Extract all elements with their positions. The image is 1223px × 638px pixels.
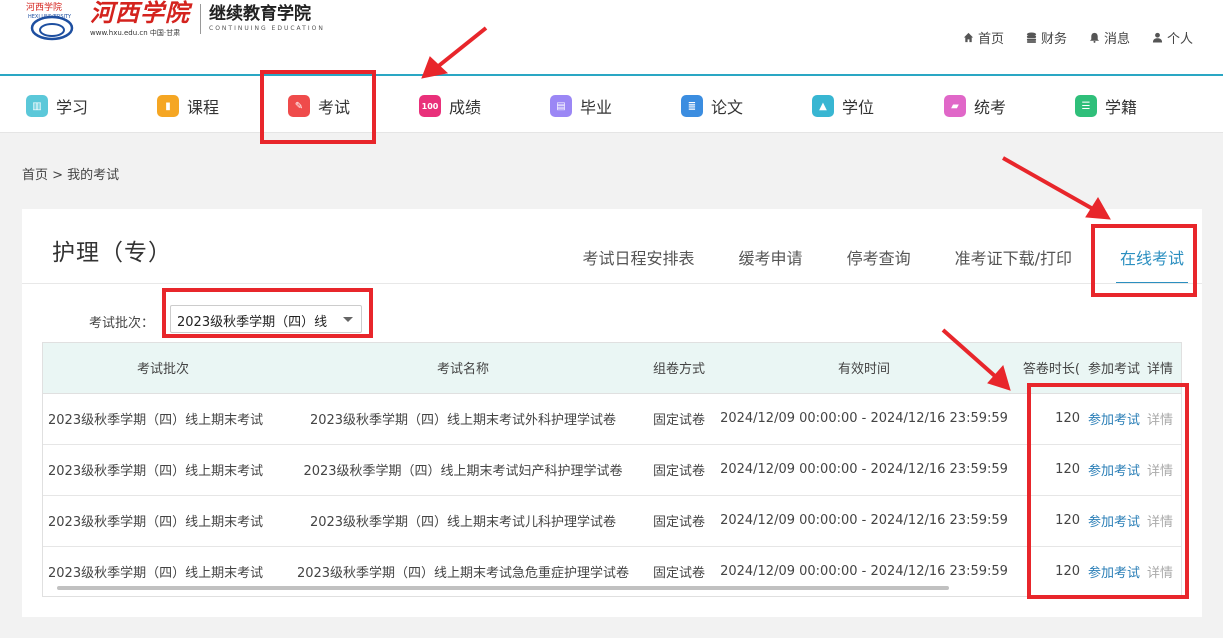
annotation-arrow-head bbox=[987, 364, 1011, 391]
annotation-arrows bbox=[421, 26, 1111, 391]
annotation-arrow bbox=[941, 328, 998, 379]
annotation-arrow bbox=[1002, 156, 1094, 211]
annotation-arrow bbox=[434, 26, 488, 70]
